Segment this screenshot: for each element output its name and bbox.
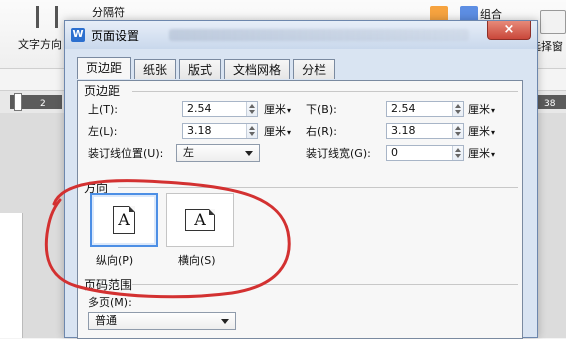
- bottom-margin-label: 下(B):: [306, 103, 337, 116]
- right-margin-value: 3.18: [391, 124, 416, 137]
- landscape-label: 横向(S): [178, 254, 216, 267]
- tab-layout[interactable]: 版式: [179, 59, 222, 79]
- gutter-width-value: 0: [391, 146, 398, 159]
- portrait-label: 纵向(P): [96, 254, 134, 267]
- bottom-margin-value: 2.54: [391, 102, 416, 115]
- dialog-title: 页面设置: [91, 29, 140, 43]
- portrait-page-icon: A: [113, 206, 135, 234]
- page-range-divider: [132, 284, 518, 285]
- gutter-position-select[interactable]: 左: [176, 144, 260, 162]
- multiple-pages-value: 普通: [95, 314, 117, 327]
- gutter-position-value: 左: [183, 146, 194, 159]
- chevron-down-icon: [245, 151, 253, 156]
- ruler-left-number: 2: [40, 99, 46, 109]
- top-margin-value: 2.54: [187, 102, 212, 115]
- top-margin-input[interactable]: 2.54: [182, 101, 258, 117]
- tab-paper[interactable]: 纸张: [134, 59, 177, 79]
- left-margin-spinner[interactable]: [246, 124, 257, 138]
- text-direction-button[interactable]: 文字方向: [0, 0, 62, 68]
- right-margin-unit[interactable]: 厘米▾: [468, 123, 495, 139]
- gutter-width-spinner[interactable]: [452, 146, 463, 160]
- page-setup-dialog: W 页面设置 × 页边距 纸张 版式 文档网格 分栏 页边距 上(T): 2.5…: [64, 20, 538, 339]
- top-margin-label: 上(T):: [88, 103, 119, 116]
- multiple-pages-label: 多页(M):: [88, 296, 132, 309]
- left-margin-value: 3.18: [187, 124, 212, 137]
- right-margin-input[interactable]: 3.18: [386, 123, 464, 139]
- margins-divider: [132, 91, 518, 92]
- app-icon: W: [71, 28, 85, 42]
- page-range-section-title: 页码范围: [84, 278, 133, 292]
- text-direction-icon: [36, 6, 58, 28]
- bottom-margin-unit[interactable]: 厘米▾: [468, 101, 495, 117]
- multiple-pages-select[interactable]: 普通: [88, 312, 236, 330]
- separator-menu[interactable]: 分隔符: [92, 4, 125, 20]
- dialog-titlebar: W 页面设置 ×: [65, 21, 537, 49]
- left-margin-unit[interactable]: 厘米▾: [264, 123, 291, 139]
- margins-panel: 页边距 上(T): 2.54 厘米▾ 下(B): 2.54 厘米▾ 左(L): …: [77, 80, 523, 339]
- landscape-page-icon: A: [185, 209, 215, 231]
- landscape-page-glyph: A: [194, 210, 206, 229]
- text-direction-label: 文字方向: [18, 38, 62, 51]
- ruler-indent-marker[interactable]: [14, 93, 22, 111]
- close-button[interactable]: ×: [487, 21, 531, 40]
- gutter-width-label: 装订线宽(G):: [306, 147, 371, 160]
- portrait-option[interactable]: A: [90, 193, 158, 247]
- selection-pane-icon: [540, 10, 566, 34]
- top-margin-spinner[interactable]: [246, 102, 257, 116]
- left-margin-input[interactable]: 3.18: [182, 123, 258, 139]
- chevron-down-icon: [221, 319, 229, 324]
- gutter-width-input[interactable]: 0: [386, 145, 464, 161]
- bottom-margin-spinner[interactable]: [452, 102, 463, 116]
- bottom-margin-input[interactable]: 2.54: [386, 101, 464, 117]
- right-margin-spinner[interactable]: [452, 124, 463, 138]
- orientation-divider: [118, 187, 518, 188]
- tab-document-grid[interactable]: 文档网格: [224, 59, 291, 79]
- landscape-option[interactable]: A: [166, 193, 234, 247]
- tab-columns[interactable]: 分栏: [293, 59, 336, 79]
- margins-section-title: 页边距: [84, 84, 121, 98]
- blurred-background-tabs: [169, 29, 469, 41]
- dialog-tabs: 页边距 纸张 版式 文档网格 分栏: [77, 57, 338, 81]
- document-page-edge: [0, 213, 23, 338]
- right-margin-label: 右(R):: [306, 125, 337, 138]
- top-margin-unit[interactable]: 厘米▾: [264, 101, 291, 117]
- ruler-right-number: 38: [544, 99, 556, 109]
- portrait-page-glyph: A: [118, 210, 130, 229]
- tab-margins[interactable]: 页边距: [77, 57, 132, 79]
- dialog-body: 页边距 纸张 版式 文档网格 分栏 页边距 上(T): 2.54 厘米▾ 下(B…: [73, 53, 527, 339]
- gutter-position-label: 装订线位置(U):: [88, 147, 164, 160]
- left-margin-label: 左(L):: [88, 125, 118, 138]
- gutter-width-unit[interactable]: 厘米▾: [468, 145, 495, 161]
